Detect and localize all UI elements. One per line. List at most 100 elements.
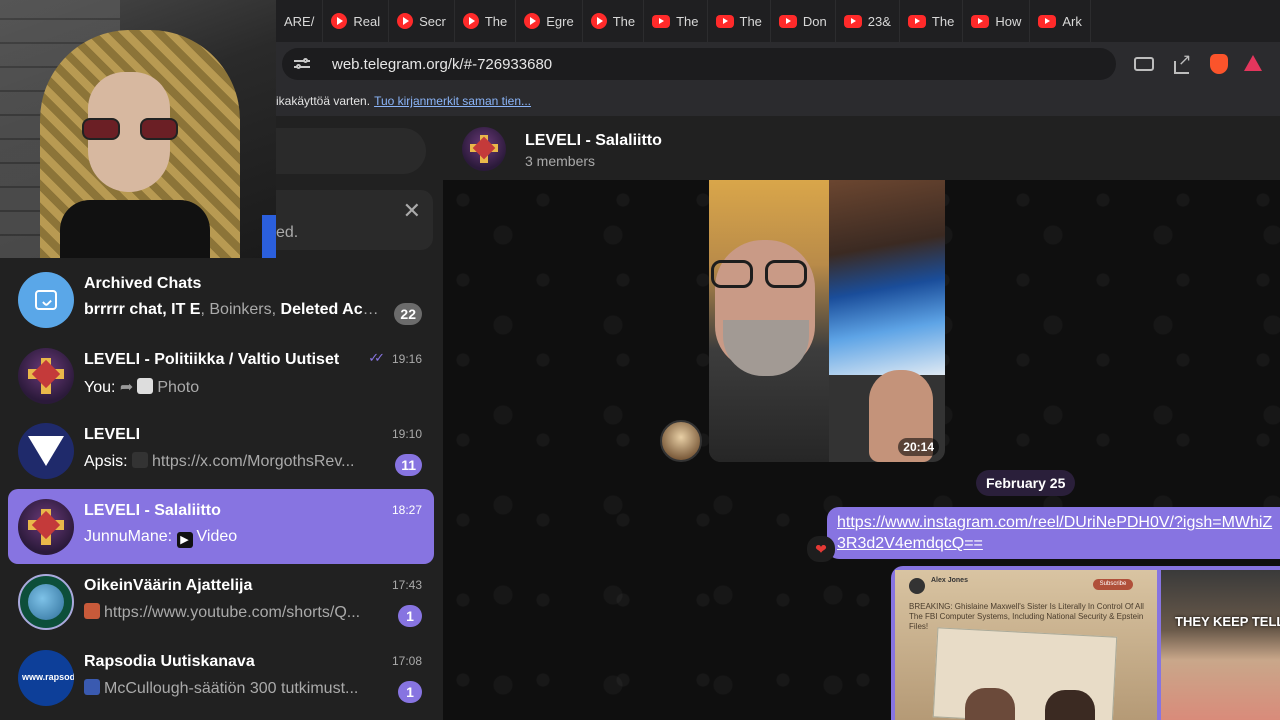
chat-time: 18:27 — [391, 502, 422, 517]
chat-item-active[interactable]: LEVELI - Salaliitto 18:27 JunnuMane: ▶ Vi… — [8, 488, 434, 565]
chat-title: LEVELI - Politiikka / Valtio Uutiset — [84, 350, 340, 368]
brave-rewards-icon[interactable] — [1244, 55, 1262, 71]
browser-tab[interactable]: Egre — [516, 0, 583, 42]
cast-icon[interactable] — [1134, 57, 1154, 71]
browser-tab[interactable]: How — [963, 0, 1031, 42]
preview-sender: Apsis: — [84, 453, 128, 471]
avatar[interactable] — [462, 127, 506, 171]
avatar-text: www.rapsodia.info — [22, 671, 74, 682]
chat-time: 19:10 — [391, 427, 422, 442]
chat-preview: Apsis: https://x.com/MorgothsRev... — [84, 452, 384, 471]
webcam-overlay — [0, 0, 276, 258]
tab-label: Secr — [419, 13, 446, 29]
video-message[interactable]: 20:14 — [709, 180, 945, 462]
video-duration: 20:14 — [898, 438, 939, 456]
photo-thumb-icon — [137, 377, 154, 394]
photo-image: THEY KEEP TELLIN — [1161, 570, 1280, 720]
chat-preview: https://www.youtube.com/shorts/Q... — [84, 603, 384, 622]
preview-text: Video — [196, 527, 238, 545]
youtube-icon — [1038, 14, 1057, 28]
avatar — [18, 498, 74, 555]
avatar: www.rapsodia.info — [18, 649, 74, 706]
share-icon[interactable] — [1172, 50, 1192, 74]
preview-bold: brrrrr chat, IT E — [84, 301, 201, 318]
browser-tab[interactable]: Don — [771, 0, 836, 42]
heart-reaction-icon[interactable]: ❤ — [807, 536, 835, 562]
close-icon[interactable]: ✕ — [403, 198, 421, 224]
chat-preview: McCullough-säätiön 300 tutkimust... — [84, 678, 384, 698]
chat-item-archived[interactable]: Archived Chats brrrrr chat, IT E, Boinke… — [8, 262, 434, 338]
youtube-icon — [971, 14, 990, 28]
chat-item[interactable]: LEVELI - Politiikka / Valtio Uutiset ✓✓ … — [8, 338, 434, 414]
image-thumb-icon — [132, 452, 149, 469]
chat-title: Archived Chats — [84, 275, 202, 292]
browser-tab[interactable]: The — [583, 0, 645, 42]
unread-badge: 11 — [395, 454, 422, 477]
browser-tab[interactable]: Secr — [389, 0, 455, 42]
chat-preview: brrrrr chat, IT E, Boinkers, Deleted Acc… — [84, 301, 384, 319]
chat-item[interactable]: www.rapsodia.info Rapsodia Uutiskanava 1… — [8, 640, 434, 716]
tab-label: ARE/ — [284, 13, 315, 29]
chat-area: LEVELI - Salaliitto 3 members 20:14 Febr… — [443, 116, 1280, 720]
preview-text: Photo — [157, 378, 200, 396]
preview-sender: You: — [84, 378, 116, 396]
archive-icon — [18, 272, 74, 328]
browser-tab[interactable]: Real — [323, 0, 390, 42]
tab-label: The — [739, 13, 762, 29]
chat-members-count: 3 members — [525, 153, 596, 169]
date-chip: February 25 — [976, 470, 1076, 496]
browser-tab[interactable]: Ark — [1030, 0, 1091, 42]
tab-label: How — [995, 13, 1022, 29]
brave-shield-icon[interactable] — [1210, 54, 1228, 74]
screen: ARE/ Real Secr The Egre The The The Don … — [0, 0, 1280, 720]
avatar — [18, 574, 74, 631]
image-subscribe: Subscribe — [1093, 579, 1133, 590]
chat-item[interactable]: LEVELI 19:10 Apsis: https://x.com/Morgot… — [8, 413, 434, 489]
tab-label: Egre — [546, 13, 574, 29]
youtube-icon — [715, 14, 734, 28]
chat-title: LEVELI — [84, 426, 141, 444]
site-settings-icon[interactable] — [294, 57, 310, 71]
chat-list: Archived Chats brrrrr chat, IT E, Boinke… — [8, 262, 434, 716]
preview-text: https://x.com/MorgothsRev... — [152, 453, 355, 471]
browser-tab[interactable]: ARE/ — [276, 0, 324, 42]
chat-title: LEVELI - Salaliitto — [84, 501, 221, 519]
unread-badge: 22 — [394, 303, 422, 325]
avatar[interactable] — [660, 420, 702, 462]
tab-label: Don — [802, 13, 827, 29]
youtube-icon — [524, 13, 541, 29]
preview-text: https://www.youtube.com/shorts/Q... — [104, 604, 361, 622]
tab-label: 23& — [867, 13, 891, 29]
avatar — [18, 423, 74, 480]
youtube-icon — [652, 14, 671, 28]
image-thumb-icon — [84, 603, 100, 620]
address-bar[interactable]: web.telegram.org/k/#-726933680 — [282, 48, 1116, 80]
chat-item[interactable]: OikeinVäärin Ajattelija 17:43 https://ww… — [8, 564, 434, 640]
notice-text: ed. — [276, 224, 299, 241]
browser-tab[interactable]: The — [708, 0, 771, 42]
chat-title: Rapsodia Uutiskanava — [84, 652, 255, 670]
youtube-icon — [843, 14, 862, 28]
youtube-icon — [397, 13, 414, 29]
unread-badge: 1 — [398, 605, 422, 628]
address-url[interactable]: web.telegram.org/k/#-726933680 — [332, 56, 552, 73]
bookmarks-bar: ikakäyttöä varten. Tuo kirjanmerkit sama… — [276, 86, 1280, 116]
tab-label: The — [612, 13, 636, 29]
tab-label: Real — [353, 13, 381, 29]
chat-time: 17:08 — [391, 653, 422, 668]
chat-header[interactable]: LEVELI - Salaliitto 3 members — [443, 116, 1280, 180]
chat-time: 17:43 — [391, 578, 422, 593]
browser-tab[interactable]: 23& — [836, 0, 900, 42]
preview-bold: Deleted Acc... — [280, 301, 384, 318]
image-thumb-icon — [84, 678, 100, 695]
youtube-icon — [778, 14, 797, 28]
browser-tab-strip: ARE/ Real Secr The Egre The The The Don … — [276, 0, 1280, 42]
import-bookmarks-link[interactable]: Tuo kirjanmerkit saman tien... — [374, 94, 531, 108]
browser-tab[interactable]: The — [455, 0, 517, 42]
browser-tab[interactable]: The — [900, 0, 964, 42]
tab-label: The — [484, 13, 508, 29]
read-ticks-icon: ✓✓ — [368, 349, 385, 365]
browser-tab[interactable]: The — [644, 0, 708, 42]
message-link[interactable]: https://www.instagram.com/reel/DUriNePDH… — [837, 512, 1277, 554]
image-message[interactable]: Alex Jones Subscribe BREAKING: Ghislaine… — [891, 566, 1280, 720]
